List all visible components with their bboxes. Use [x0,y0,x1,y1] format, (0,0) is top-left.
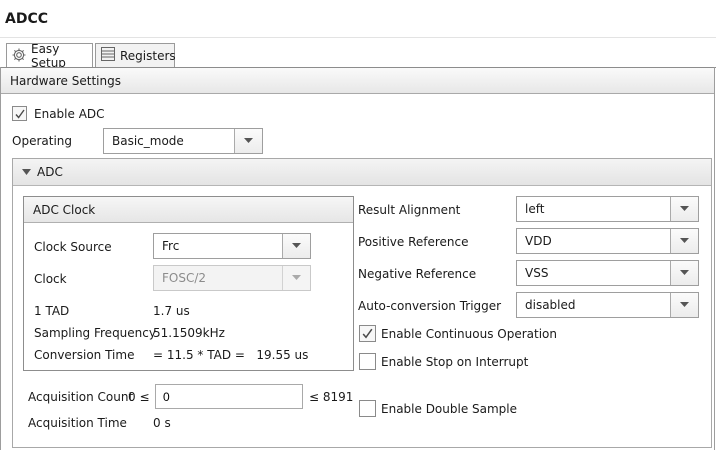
operating-label: Operating [12,134,72,148]
auto-conversion-trigger-select[interactable]: disabled [516,292,699,318]
positive-reference-select[interactable]: VDD [516,228,699,254]
result-alignment-value: left [525,202,545,216]
negative-reference-value: VSS [525,266,549,280]
tab-registers[interactable]: Registers [95,43,176,67]
clock-source-value: Frc [162,239,180,253]
chevron-down-icon[interactable] [670,293,698,317]
enable-double-sample-checkbox[interactable] [359,400,376,417]
result-alignment-select[interactable]: left [516,196,699,222]
chevron-down-icon[interactable] [670,261,698,285]
enable-adc-checkbox[interactable] [12,106,27,121]
clock-select[interactable]: FOSC/2 [153,265,311,291]
tab-registers-label: Registers [120,48,176,63]
adc-section-title: ADC [37,165,63,179]
hardware-settings-header: Hardware Settings [1,68,714,94]
acquisition-time-label: Acquisition Time [28,416,127,430]
conversion-time-label: Conversion Time [34,348,135,362]
operating-value: Basic_mode [112,134,184,148]
clock-source-label: Clock Source [34,240,112,254]
adc-section-header[interactable]: ADC [13,159,711,186]
enable-continuous-operation-label: Enable Continuous Operation [381,327,557,341]
conversion-time-value: = 11.5 * TAD = 19.55 us [153,348,309,362]
chevron-down-icon[interactable] [234,129,262,153]
negative-reference-select[interactable]: VSS [516,260,699,286]
check-icon [362,328,373,339]
acquisition-count-max: ≤ 8191 [309,390,354,404]
negative-reference-label: Negative Reference [358,267,477,281]
auto-conversion-trigger-value: disabled [525,298,576,312]
acquisition-count-label: Acquisition Count [28,390,134,404]
chevron-down-icon[interactable] [670,229,698,253]
acquisition-count-min: 0 ≤ [128,390,150,404]
window-title: ADCC [5,11,49,27]
gear-icon [11,47,27,66]
adc-clock-header: ADC Clock [24,197,353,223]
tad-label: 1 TAD [34,304,70,318]
result-alignment-label: Result Alignment [358,203,461,217]
tad-value: 1.7 us [153,304,190,318]
operating-select[interactable]: Basic_mode [103,128,263,154]
sampling-frequency-value: 51.1509kHz [153,326,225,340]
clock-label: Clock [34,272,67,286]
enable-continuous-operation-checkbox[interactable] [359,325,376,342]
check-icon [14,109,25,119]
acquisition-count-input[interactable] [155,384,303,409]
enable-adc-label: Enable ADC [34,107,105,121]
chevron-down-icon[interactable] [282,234,310,258]
auto-conversion-trigger-label: Auto-conversion Trigger [358,299,502,313]
clock-source-select[interactable]: Frc [153,233,311,259]
chevron-down-icon[interactable] [282,266,310,290]
enable-stop-on-interrupt-checkbox[interactable] [359,353,376,370]
tab-easy-setup-label: Easy Setup [31,42,66,70]
title-divider [0,37,716,38]
acquisition-time-value: 0 s [153,416,171,430]
positive-reference-value: VDD [525,234,552,248]
clock-value: FOSC/2 [162,271,207,285]
positive-reference-label: Positive Reference [358,235,469,249]
table-icon [100,46,116,65]
collapse-triangle-icon [22,168,31,175]
enable-double-sample-label: Enable Double Sample [381,402,518,416]
tab-easy-setup[interactable]: Easy Setup [6,42,93,70]
enable-stop-on-interrupt-label: Enable Stop on Interrupt [381,355,529,369]
sampling-frequency-label: Sampling Frequency [34,326,156,340]
chevron-down-icon[interactable] [670,197,698,221]
